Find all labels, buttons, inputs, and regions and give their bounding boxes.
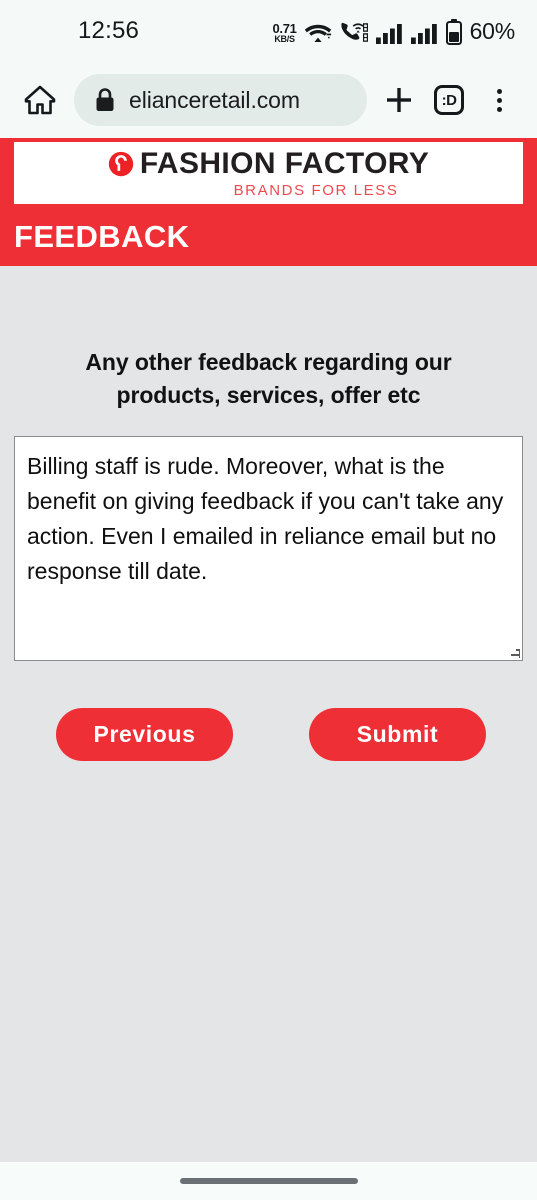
new-tab-button[interactable] (381, 84, 417, 116)
logo-row: FASHION FACTORY (108, 147, 429, 181)
plus-icon (387, 88, 411, 112)
home-button[interactable] (20, 84, 60, 116)
home-gesture-pill[interactable] (179, 1178, 358, 1184)
site-logo-text: FASHION FACTORY (139, 147, 430, 180)
previous-button[interactable]: Previous (56, 708, 233, 762)
form-content: Any other feedback regarding our product… (0, 266, 537, 762)
submit-button[interactable]: Submit (309, 708, 486, 762)
home-icon (24, 85, 56, 115)
site-logo-tagline: BRANDS FOR LESS (233, 182, 399, 199)
fashion-factory-logo-mark (108, 151, 133, 177)
status-icon-group: 0.71 KB/S 60% (272, 18, 515, 45)
page-header-bar: FEEDBACK (0, 208, 537, 266)
tab-switcher-button[interactable]: :D (431, 85, 467, 115)
lock-icon (96, 88, 114, 111)
form-button-row: Previous Submit (14, 661, 523, 762)
feedback-field-wrapper (14, 436, 523, 662)
page-title: FEEDBACK (14, 219, 190, 254)
url-text: elianceretail.com (129, 86, 300, 113)
system-navigation-bar (0, 1162, 537, 1200)
tab-counter-label: :D (434, 85, 464, 115)
feedback-textarea[interactable] (14, 436, 523, 662)
signal-bars-sim1-icon (375, 23, 402, 44)
status-bar: 12:56 0.71 KB/S 60% (0, 0, 537, 62)
wifi-icon (304, 24, 331, 42)
browser-toolbar: elianceretail.com :D (0, 62, 537, 138)
url-bar[interactable]: elianceretail.com (74, 74, 367, 126)
site-logo-banner: FASHION FACTORY BRANDS FOR LESS (0, 138, 537, 208)
web-page-content: FASHION FACTORY BRANDS FOR LESS FEEDBACK… (0, 138, 537, 1200)
battery-percentage: 60% (469, 17, 516, 44)
battery-icon (445, 18, 462, 45)
site-logo-inner: FASHION FACTORY BRANDS FOR LESS (14, 142, 523, 204)
status-time: 12:56 (78, 17, 140, 44)
volte-call-icon (340, 22, 368, 42)
signal-bars-sim2-icon (410, 23, 437, 44)
network-speed-unit: KB/S (274, 33, 295, 44)
overflow-menu-icon (496, 88, 502, 112)
network-speed-value: 0.71 (272, 20, 297, 36)
network-speed-indicator: 0.71 KB/S (272, 22, 296, 44)
browser-menu-button[interactable] (481, 88, 517, 112)
question-label: Any other feedback regarding our product… (85, 349, 452, 408)
